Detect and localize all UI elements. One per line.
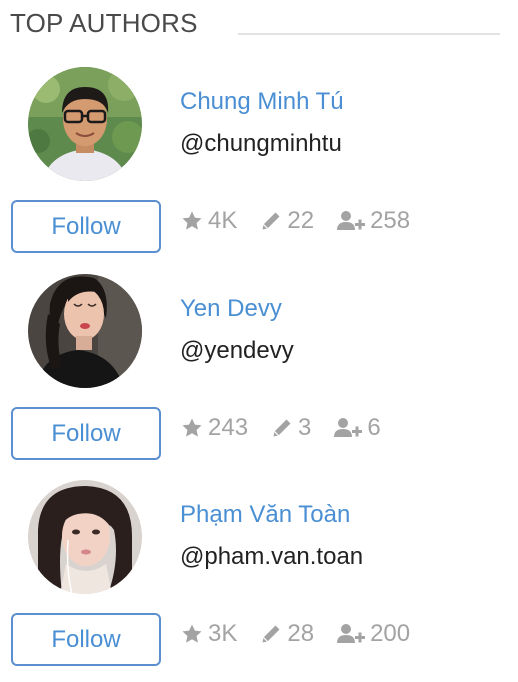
avatar[interactable] [28,67,142,181]
header-divider [238,33,500,35]
avatar-photo [28,67,142,181]
author-card: Phạm Văn Toàn @pham.van.toan Follow 3K 2… [0,480,518,680]
author-stats: 243 3 6 [180,411,403,445]
stat-posts: 22 [259,206,314,236]
posts-count: 22 [287,207,315,234]
widget-header: TOP AUTHORS [10,6,500,42]
stat-followers: 258 [336,206,410,236]
stat-stars: 243 [180,413,248,443]
author-name[interactable]: Phạm Văn Toàn [180,500,350,530]
widget-title: TOP AUTHORS [10,8,198,38]
posts-count: 3 [298,414,312,441]
author-stats: 3K 28 200 [180,617,432,651]
stat-followers: 200 [336,619,410,649]
posts-count: 28 [287,620,315,647]
stat-posts: 28 [259,619,314,649]
followers-count: 6 [367,414,381,441]
author-name[interactable]: Yen Devy [180,294,282,324]
stars-count: 243 [208,414,249,441]
user-plus-icon [333,416,363,440]
avatar[interactable] [28,480,142,594]
author-handle: @pham.van.toan [180,543,364,570]
stat-stars: 3K [180,619,237,649]
follow-button[interactable]: Follow [11,613,161,666]
author-card: Yen Devy @yendevy Follow 243 3 6 [0,274,518,474]
followers-count: 258 [370,207,411,234]
pencil-icon [259,209,283,233]
pencil-icon [270,416,294,440]
pencil-icon [259,622,283,646]
follow-button[interactable]: Follow [11,200,161,253]
stars-count: 4K [208,207,238,234]
author-stats: 4K 22 258 [180,204,432,238]
top-authors-widget: TOP AUTHORS Chung Minh Tú @chungminhtu F… [0,0,518,682]
stat-followers: 6 [333,413,381,443]
stars-count: 3K [208,620,238,647]
follow-button[interactable]: Follow [11,407,161,460]
star-icon [180,622,204,646]
author-handle: @yendevy [180,337,294,364]
star-icon [180,209,204,233]
author-name[interactable]: Chung Minh Tú [180,87,344,117]
avatar-photo [28,274,142,388]
author-handle: @chungminhtu [180,130,342,157]
followers-count: 200 [370,620,411,647]
stat-posts: 3 [270,413,311,443]
user-plus-icon [336,622,366,646]
stat-stars: 4K [180,206,237,236]
author-card: Chung Minh Tú @chungminhtu Follow 4K 22 … [0,67,518,267]
avatar[interactable] [28,274,142,388]
avatar-photo [28,480,142,594]
star-icon [180,416,204,440]
user-plus-icon [336,209,366,233]
